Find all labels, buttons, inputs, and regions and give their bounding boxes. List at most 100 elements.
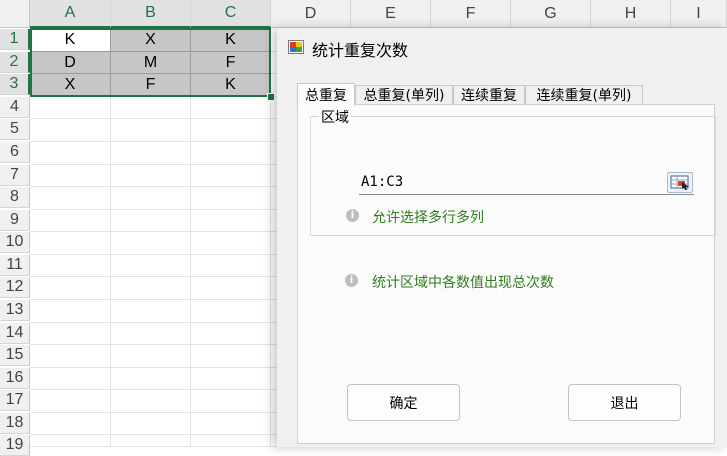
empty-cell[interactable] bbox=[191, 142, 271, 165]
cell-b3[interactable]: F bbox=[111, 74, 191, 97]
empty-cell[interactable] bbox=[111, 413, 191, 435]
empty-cell[interactable] bbox=[30, 390, 111, 413]
row-header-12[interactable]: 12 bbox=[0, 277, 30, 298]
cell-c2[interactable]: F bbox=[191, 52, 271, 74]
range-picker-button[interactable] bbox=[667, 172, 693, 193]
range-field[interactable] bbox=[359, 171, 694, 195]
empty-cell[interactable] bbox=[111, 142, 191, 165]
empty-cell[interactable] bbox=[111, 119, 191, 142]
empty-cell[interactable] bbox=[111, 277, 191, 300]
cell-a2[interactable]: D bbox=[30, 52, 111, 74]
row-header-9[interactable]: 9 bbox=[0, 210, 30, 231]
row-header-18[interactable]: 18 bbox=[0, 413, 30, 434]
empty-cell[interactable] bbox=[111, 187, 191, 210]
select-all-corner[interactable] bbox=[0, 0, 30, 28]
empty-cell[interactable] bbox=[191, 300, 271, 323]
empty-cell[interactable] bbox=[30, 345, 111, 368]
tab-total-duplicates[interactable]: 总重复 bbox=[297, 83, 355, 106]
empty-cell[interactable] bbox=[191, 119, 271, 142]
empty-cell[interactable] bbox=[111, 390, 191, 413]
empty-cell[interactable] bbox=[111, 323, 191, 345]
row-header-14[interactable]: 14 bbox=[0, 323, 30, 344]
empty-cell[interactable] bbox=[191, 97, 271, 119]
row-header-6[interactable]: 6 bbox=[0, 142, 30, 163]
cell-c3[interactable]: K bbox=[191, 74, 271, 97]
empty-cell[interactable] bbox=[111, 435, 191, 447]
column-header-g[interactable]: G bbox=[511, 0, 591, 28]
row-header-17[interactable]: 17 bbox=[0, 390, 30, 411]
range-groupbox: 区域 i 允许选择多行多列 bbox=[310, 107, 716, 236]
range-picker-icon bbox=[670, 175, 689, 190]
empty-cell[interactable] bbox=[191, 368, 271, 390]
empty-cell[interactable] bbox=[111, 368, 191, 390]
empty-cell[interactable] bbox=[30, 142, 111, 165]
row-header-15[interactable]: 15 bbox=[0, 345, 30, 366]
row-header-7[interactable]: 7 bbox=[0, 165, 30, 186]
column-header-e[interactable]: E bbox=[351, 0, 431, 28]
empty-cell[interactable] bbox=[30, 277, 111, 300]
empty-cell[interactable] bbox=[191, 323, 271, 345]
empty-cell[interactable] bbox=[30, 232, 111, 255]
empty-cell[interactable] bbox=[111, 300, 191, 323]
empty-cell[interactable] bbox=[30, 300, 111, 323]
empty-cell[interactable] bbox=[111, 165, 191, 187]
empty-cell[interactable] bbox=[30, 255, 111, 277]
row-header-11[interactable]: 11 bbox=[0, 255, 30, 276]
row-header-2[interactable]: 2 bbox=[0, 52, 30, 73]
column-header-a[interactable]: A bbox=[30, 0, 111, 28]
empty-cell[interactable] bbox=[191, 345, 271, 368]
range-input[interactable] bbox=[359, 171, 663, 193]
column-header-i[interactable]: I bbox=[671, 0, 727, 28]
row-header-4[interactable]: 4 bbox=[0, 97, 30, 118]
empty-cell[interactable] bbox=[191, 435, 271, 447]
empty-cell[interactable] bbox=[191, 413, 271, 435]
cell-a3[interactable]: X bbox=[30, 74, 111, 97]
column-header-f[interactable]: F bbox=[431, 0, 511, 28]
column-header-h[interactable]: H bbox=[591, 0, 671, 28]
column-header-c[interactable]: C bbox=[191, 0, 271, 28]
empty-cell[interactable] bbox=[191, 210, 271, 232]
empty-cell[interactable] bbox=[30, 210, 111, 232]
row-header-3[interactable]: 3 bbox=[0, 74, 30, 95]
empty-cell[interactable] bbox=[191, 232, 271, 255]
dialog-titlebar[interactable]: 统计重复次数 bbox=[277, 28, 727, 66]
empty-cell[interactable] bbox=[111, 210, 191, 232]
empty-cell[interactable] bbox=[191, 187, 271, 210]
row-header-19[interactable]: 19 bbox=[0, 435, 30, 456]
row-header-10[interactable]: 10 bbox=[0, 232, 30, 253]
empty-cell[interactable] bbox=[30, 323, 111, 345]
empty-cell[interactable] bbox=[30, 97, 111, 119]
empty-cell[interactable] bbox=[111, 255, 191, 277]
cell-b2[interactable]: M bbox=[111, 52, 191, 74]
empty-cell[interactable] bbox=[30, 119, 111, 142]
cell-a1[interactable]: K bbox=[30, 29, 111, 52]
exit-button[interactable]: 退出 bbox=[568, 384, 681, 421]
empty-cell[interactable] bbox=[30, 187, 111, 210]
empty-cell[interactable] bbox=[191, 277, 271, 300]
column-header-d[interactable]: D bbox=[271, 0, 351, 28]
row-header-1[interactable]: 1 bbox=[0, 29, 30, 50]
row-header-5[interactable]: 5 bbox=[0, 119, 30, 140]
tab-total-duplicates-single-column[interactable]: 总重复(单列) bbox=[355, 85, 453, 104]
empty-cell[interactable] bbox=[30, 165, 111, 187]
row-header-8[interactable]: 8 bbox=[0, 187, 30, 208]
empty-cell[interactable] bbox=[30, 435, 111, 447]
column-header-b[interactable]: B bbox=[111, 0, 191, 28]
cell-c1[interactable]: K bbox=[191, 29, 271, 52]
tab-consecutive-duplicates[interactable]: 连续重复 bbox=[453, 85, 525, 104]
row-header-16[interactable]: 16 bbox=[0, 368, 30, 389]
empty-cell[interactable] bbox=[111, 345, 191, 368]
empty-cell[interactable] bbox=[191, 165, 271, 187]
empty-cell[interactable] bbox=[191, 255, 271, 277]
tab-consecutive-duplicates-single-column[interactable]: 连续重复(单列) bbox=[525, 85, 643, 104]
empty-cell[interactable] bbox=[30, 413, 111, 435]
fill-handle[interactable] bbox=[267, 93, 275, 101]
empty-cell[interactable] bbox=[111, 97, 191, 119]
ok-button[interactable]: 确定 bbox=[347, 384, 460, 421]
cell-b1[interactable]: X bbox=[111, 29, 191, 52]
empty-cell[interactable] bbox=[111, 232, 191, 255]
info-icon: i bbox=[346, 209, 359, 222]
empty-cell[interactable] bbox=[191, 390, 271, 413]
row-header-13[interactable]: 13 bbox=[0, 300, 30, 321]
empty-cell[interactable] bbox=[30, 368, 111, 390]
